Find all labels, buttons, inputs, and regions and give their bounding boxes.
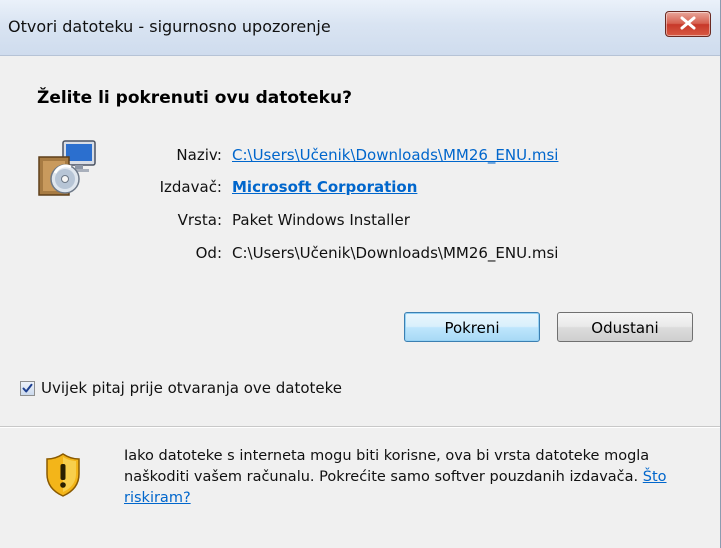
dialog-body: Želite li pokrenuti ovu datoteku? Naziv:… — [0, 56, 721, 548]
always-ask-label[interactable]: Uvijek pitaj prije otvaranja ove datotek… — [41, 379, 342, 397]
warning-message: Iako datoteke s interneta mogu biti kori… — [124, 448, 650, 485]
dialog-heading: Želite li pokrenuti ovu datoteku? — [37, 88, 352, 108]
checkmark-icon — [22, 383, 33, 393]
security-shield-warning-icon — [46, 453, 80, 497]
name-label: Naziv: — [176, 146, 222, 164]
close-button[interactable] — [665, 11, 711, 37]
publisher-link[interactable]: Microsoft Corporation — [232, 178, 417, 196]
file-path-link[interactable]: C:\Users\Učenik\Downloads\MM26_ENU.msi — [232, 146, 558, 164]
type-label: Vrsta: — [177, 211, 222, 229]
type-value: Paket Windows Installer — [232, 211, 410, 229]
from-label: Od: — [195, 244, 222, 262]
from-value: C:\Users\Učenik\Downloads\MM26_ENU.msi — [232, 244, 559, 262]
close-icon — [680, 16, 696, 30]
warning-panel: Iako datoteke s interneta mogu biti kori… — [0, 428, 721, 548]
always-ask-checkbox[interactable] — [20, 381, 35, 396]
run-button[interactable]: Pokreni — [404, 312, 540, 342]
title-bar[interactable]: Otvori datoteku - sigurnosno upozorenje — [0, 0, 721, 56]
cancel-button[interactable]: Odustani — [557, 312, 693, 342]
window-title: Otvori datoteku - sigurnosno upozorenje — [8, 17, 331, 36]
warning-text: Iako datoteke s interneta mogu biti kori… — [124, 446, 694, 509]
security-warning-dialog: Otvori datoteku - sigurnosno upozorenje … — [0, 0, 721, 548]
publisher-label: Izdavač: — [159, 178, 222, 196]
